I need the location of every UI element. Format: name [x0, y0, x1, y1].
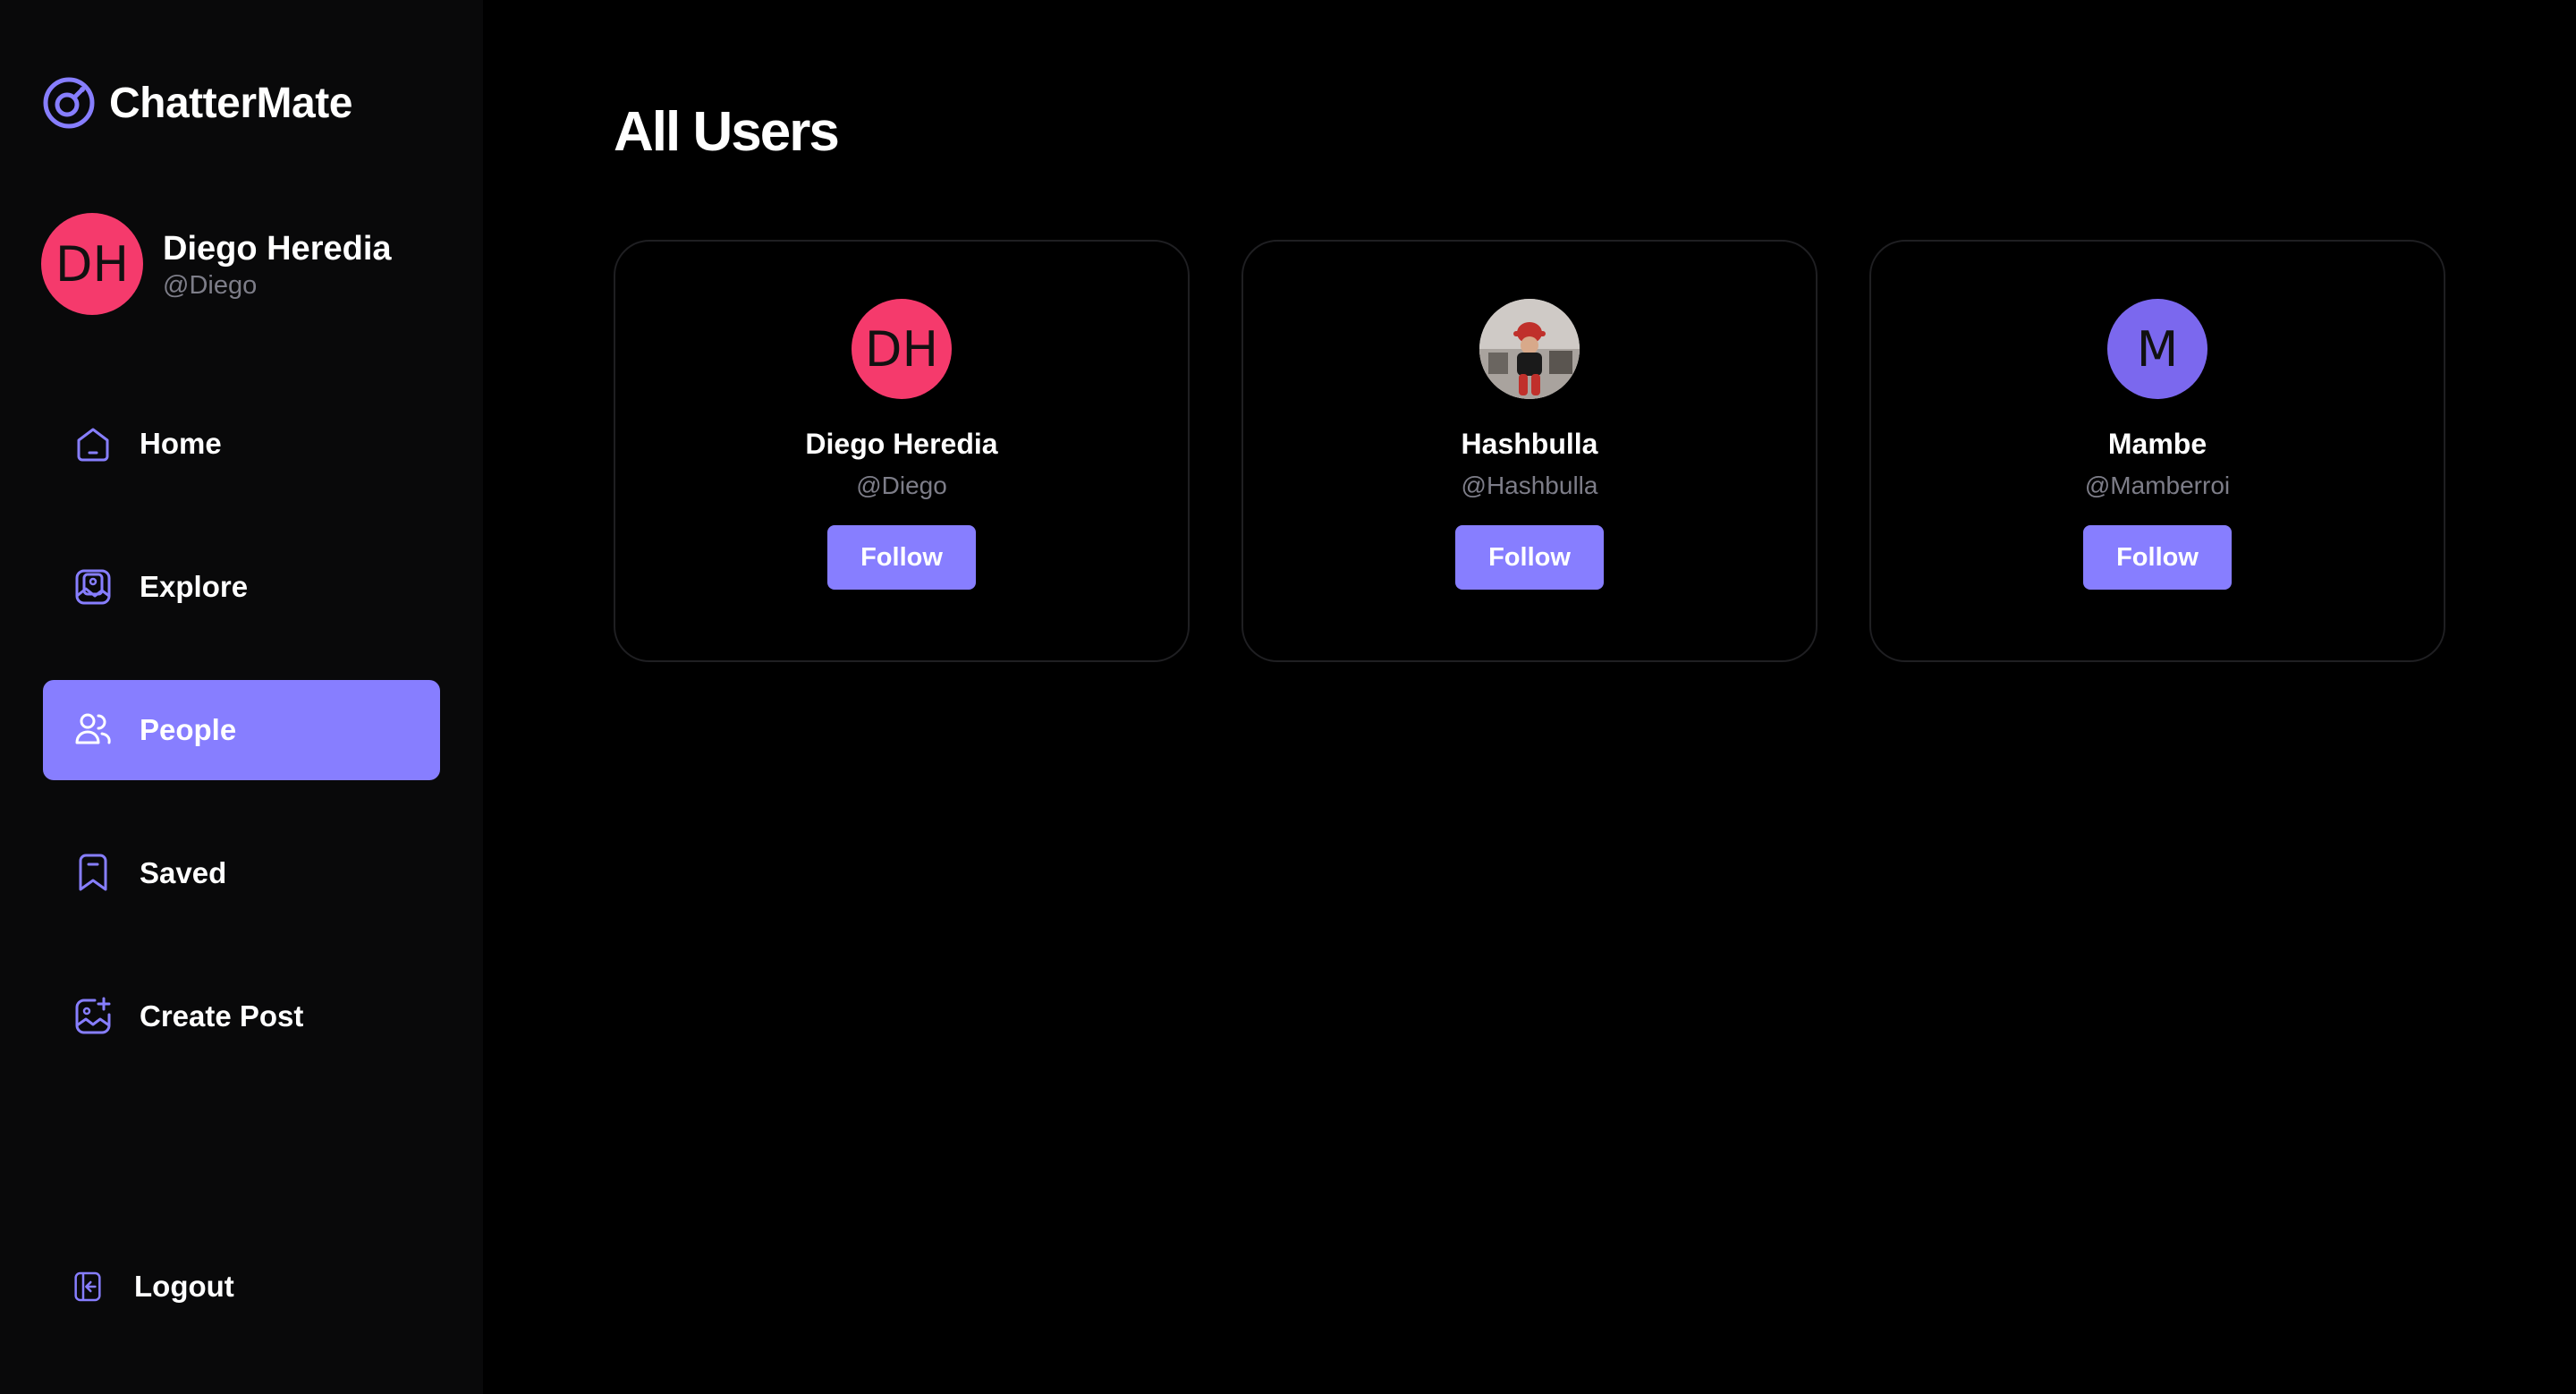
- sidebar-item-create-post[interactable]: Create Post: [43, 966, 440, 1067]
- sidebar-item-saved[interactable]: Saved: [43, 823, 440, 923]
- follow-button[interactable]: Follow: [1455, 525, 1604, 590]
- gallery-add-icon: [75, 997, 111, 1034]
- avatar[interactable]: DH: [852, 299, 952, 399]
- sidebar-item-label: Home: [140, 427, 222, 460]
- user-card: DH Diego Heredia @Diego Follow: [614, 240, 1190, 662]
- sidebar-item-label: Saved: [140, 856, 227, 889]
- user-card: Hashbulla @Hashbulla Follow: [1241, 240, 1818, 662]
- avatar-photo-icon: [1479, 299, 1580, 399]
- logout-button[interactable]: Logout: [43, 1237, 440, 1337]
- avatar[interactable]: [1479, 299, 1580, 399]
- user-name[interactable]: Hashbulla: [1462, 428, 1598, 461]
- main-content: All Users DH Diego Heredia @Diego Follow: [483, 0, 2576, 1394]
- follow-button[interactable]: Follow: [827, 525, 976, 590]
- app-logo[interactable]: ChatterMate: [41, 72, 352, 134]
- app-name: ChatterMate: [109, 79, 352, 127]
- logo-icon: [43, 77, 95, 129]
- sidebar-item-explore[interactable]: Explore: [43, 537, 440, 637]
- sidebar-item-label: Create Post: [140, 999, 304, 1033]
- sidebar-item-home[interactable]: Home: [43, 394, 440, 494]
- app-root: ChatterMate DH Diego Heredia @Diego Home: [0, 0, 2576, 1394]
- bookmark-icon: [79, 854, 107, 891]
- user-name[interactable]: Mambe: [2108, 428, 2207, 461]
- logout-label: Logout: [134, 1270, 234, 1303]
- current-user-handle: @Diego: [163, 270, 258, 300]
- sidebar-item-people[interactable]: People: [43, 680, 440, 780]
- page-title: All Users: [614, 101, 840, 163]
- user-card: M Mambe @Mamberroi Follow: [1869, 240, 2445, 662]
- user-handle: @Mamberroi: [2084, 472, 2231, 499]
- logout-icon: [74, 1271, 101, 1302]
- user-handle: @Hashbulla: [1461, 472, 1598, 499]
- sidebar-item-label: People: [140, 713, 237, 746]
- user-handle: @Diego: [856, 472, 947, 499]
- home-icon: [77, 428, 109, 462]
- avatar: DH: [41, 213, 143, 315]
- gallery-icon: [75, 569, 111, 605]
- people-icon: [75, 713, 111, 744]
- sidebar: ChatterMate DH Diego Heredia @Diego Home: [0, 0, 483, 1394]
- avatar[interactable]: M: [2107, 299, 2207, 399]
- user-name[interactable]: Diego Heredia: [805, 428, 997, 461]
- sidebar-item-label: Explore: [140, 570, 249, 603]
- current-user-name: Diego Heredia: [163, 229, 392, 268]
- follow-button[interactable]: Follow: [2083, 525, 2232, 590]
- current-user-profile[interactable]: DH Diego Heredia @Diego: [41, 213, 392, 315]
